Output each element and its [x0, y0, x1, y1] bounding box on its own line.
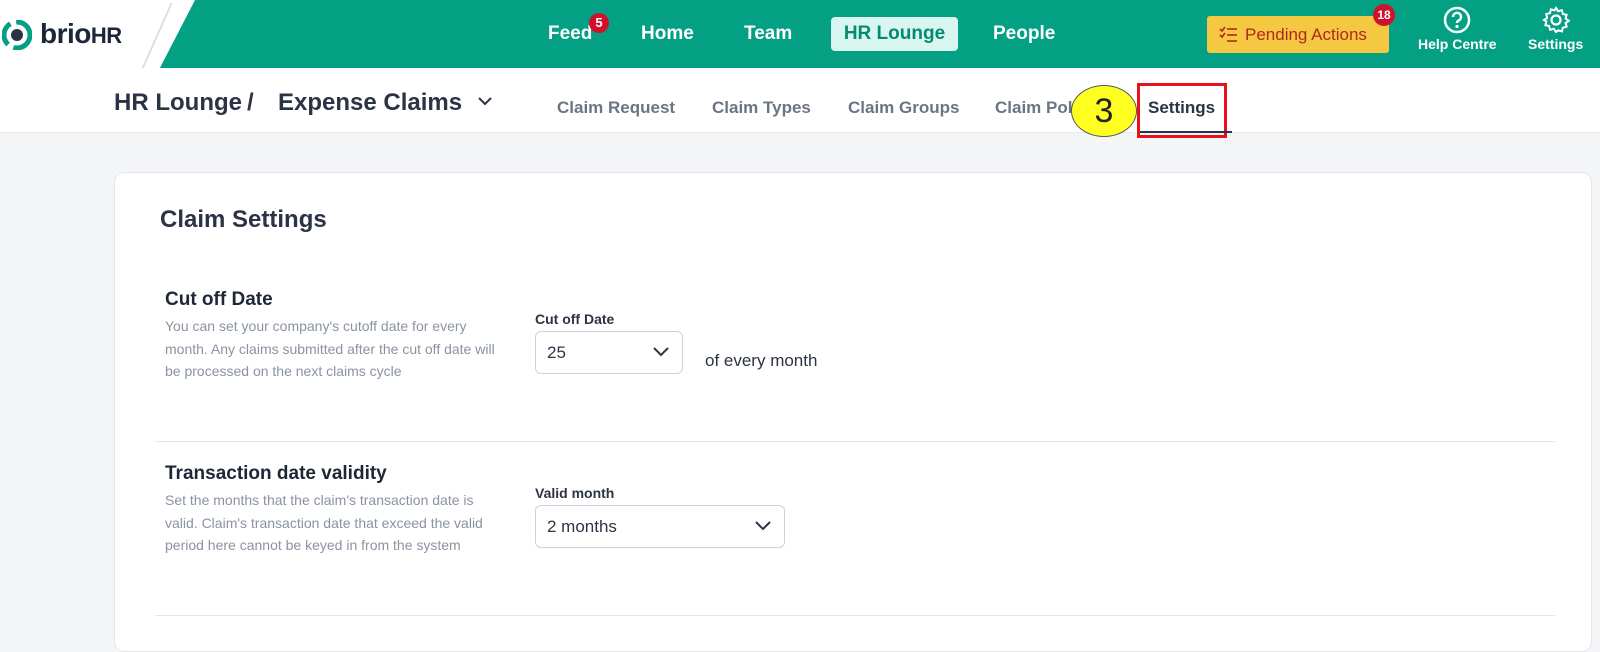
cutoff-field-label: Cut off Date [535, 311, 615, 327]
validity-field-label: Valid month [535, 485, 615, 501]
chevron-down-icon[interactable] [476, 92, 494, 110]
nav-people[interactable]: People [978, 17, 1070, 51]
validity-section-title: Transaction date validity [165, 463, 387, 484]
tab-claim-types[interactable]: Claim Types [712, 98, 811, 118]
cutoff-section-title: Cut off Date [165, 289, 273, 310]
pending-actions-button[interactable]: Pending Actions 18 [1207, 4, 1395, 53]
nav-team[interactable]: Team [729, 17, 807, 51]
section-divider [155, 441, 1555, 442]
validity-description: Set the months that the claim's transact… [165, 492, 483, 553]
valid-month-value: 2 months [547, 517, 617, 536]
cutoff-date-value: 25 [547, 343, 566, 362]
brio-logo-icon [2, 20, 32, 50]
nav-hr-lounge[interactable]: HR Lounge [831, 17, 958, 51]
card-title: Claim Settings [160, 206, 327, 233]
section-divider [155, 615, 1555, 616]
question-circle-icon [1444, 6, 1471, 34]
claim-settings-card: Claim Settings Cut off Date You can set … [114, 172, 1592, 652]
page-header: HR Lounge / Expense Claims Claim Request… [0, 68, 1600, 138]
brand-logo-text: brioHR [40, 18, 122, 49]
help-centre-button[interactable]: Help Centre [1418, 6, 1497, 52]
tab-claim-request[interactable]: Claim Request [557, 98, 675, 118]
pending-actions-label: Pending Actions [1245, 25, 1367, 44]
valid-month-select[interactable]: 2 months [535, 505, 785, 548]
cutoff-suffix: of every month [705, 351, 818, 370]
logo-area[interactable]: brioHR [0, 0, 195, 68]
chevron-down-icon [755, 521, 771, 531]
top-navigation-bar: brioHR Feed 5 Home Team HR Lounge People… [0, 0, 1600, 69]
breadcrumb-root[interactable]: HR Lounge [114, 89, 242, 117]
tab-claim-policy[interactable]: Claim Pol [995, 98, 1072, 118]
nav-home[interactable]: Home [626, 17, 709, 51]
highlight-box [1137, 83, 1227, 138]
breadcrumb-separator: / [247, 89, 254, 116]
active-tab-underline [1140, 131, 1232, 133]
step-annotation: 3 [1071, 85, 1137, 137]
cutoff-date-select[interactable]: 25 [535, 331, 683, 374]
checklist-icon [1219, 26, 1237, 42]
tab-claim-groups[interactable]: Claim Groups [848, 98, 959, 118]
breadcrumb-current: Expense Claims [278, 89, 463, 116]
chevron-down-icon [653, 347, 669, 357]
gear-icon [1541, 6, 1570, 34]
settings-label: Settings [1528, 36, 1584, 52]
settings-button[interactable]: Settings [1528, 6, 1583, 52]
cutoff-description: You can set your company's cutoff date f… [165, 318, 495, 379]
pending-actions-badge: 18 [1373, 4, 1395, 26]
help-centre-label: Help Centre [1418, 36, 1497, 52]
feed-badge: 5 [589, 13, 609, 33]
